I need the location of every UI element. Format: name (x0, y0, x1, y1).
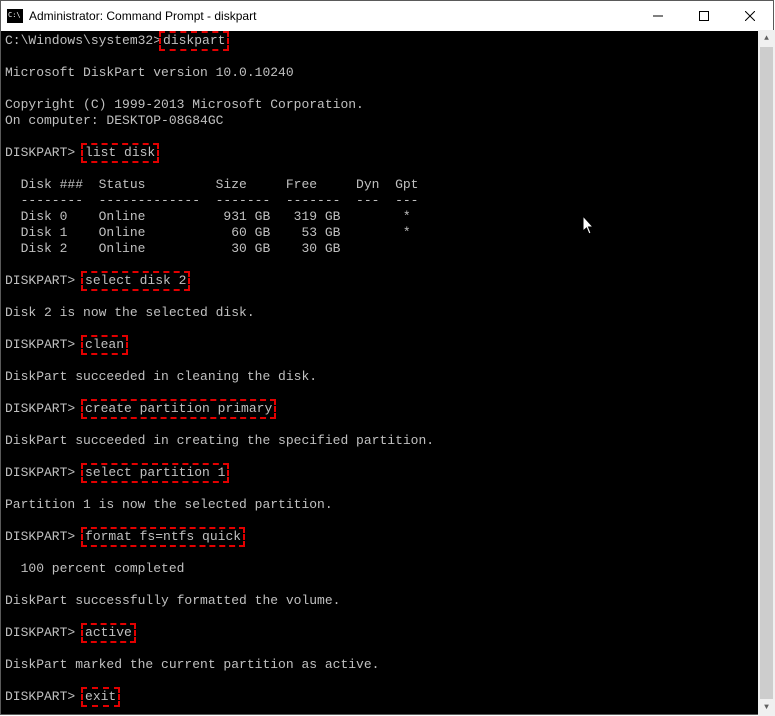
out-computer: On computer: DESKTOP-08G84GC (5, 113, 223, 128)
disk-row: Disk 2 Online 30 GB 30 GB (5, 241, 340, 256)
window-controls (635, 1, 773, 31)
prompt-diskpart: DISKPART> (5, 145, 83, 160)
out-clean-ok: DiskPart succeeded in cleaning the disk. (5, 369, 317, 384)
cmd-list-disk: list disk (81, 143, 159, 163)
terminal-output[interactable]: C:\Windows\system32>diskpart Microsoft D… (1, 31, 773, 714)
cmd-select-partition: select partition 1 (81, 463, 229, 483)
out-copyright: Copyright (C) 1999-2013 Microsoft Corpor… (5, 97, 364, 112)
out-version: Microsoft DiskPart version 10.0.10240 (5, 65, 294, 80)
out-create-ok: DiskPart succeeded in creating the speci… (5, 433, 434, 448)
disk-row: Disk 0 Online 931 GB 319 GB * (5, 209, 411, 224)
prompt-diskpart: DISKPART> (5, 689, 83, 704)
cmd-diskpart: diskpart (159, 31, 229, 51)
out-active-ok: DiskPart marked the current partition as… (5, 657, 379, 672)
out-selected-part: Partition 1 is now the selected partitio… (5, 497, 333, 512)
prompt-diskpart: DISKPART> (5, 625, 83, 640)
disk-table-divider: -------- ------------- ------- ------- -… (5, 193, 418, 208)
prompt-diskpart: DISKPART> (5, 337, 83, 352)
cmd-create-partition: create partition primary (81, 399, 276, 419)
scroll-up-button[interactable]: ▲ (758, 30, 775, 47)
cmd-active: active (81, 623, 136, 643)
prompt-diskpart: DISKPART> (5, 465, 83, 480)
cmd-icon (7, 9, 23, 23)
maximize-button[interactable] (681, 1, 727, 31)
disk-row: Disk 1 Online 60 GB 53 GB * (5, 225, 411, 240)
scroll-thumb[interactable] (760, 47, 773, 699)
cmd-clean: clean (81, 335, 128, 355)
cmd-select-disk: select disk 2 (81, 271, 190, 291)
prompt-diskpart: DISKPART> (5, 529, 83, 544)
close-button[interactable] (727, 1, 773, 31)
scroll-down-button[interactable]: ▼ (758, 699, 775, 716)
out-format-ok: DiskPart successfully formatted the volu… (5, 593, 340, 608)
cmd-format: format fs=ntfs quick (81, 527, 245, 547)
minimize-button[interactable] (635, 1, 681, 31)
prompt-diskpart: DISKPART> (5, 401, 83, 416)
cmd-exit: exit (81, 687, 120, 707)
out-format-progress: 100 percent completed (5, 561, 184, 576)
out-selected-disk: Disk 2 is now the selected disk. (5, 305, 255, 320)
disk-table-header: Disk ### Status Size Free Dyn Gpt (5, 177, 418, 192)
command-prompt-window: Administrator: Command Prompt - diskpart… (0, 0, 774, 715)
prompt-path: C:\Windows\system32> (5, 33, 161, 48)
prompt-diskpart: DISKPART> (5, 273, 83, 288)
window-title: Administrator: Command Prompt - diskpart (29, 9, 635, 23)
vertical-scrollbar[interactable]: ▲ ▼ (758, 30, 775, 716)
titlebar[interactable]: Administrator: Command Prompt - diskpart (1, 1, 773, 31)
